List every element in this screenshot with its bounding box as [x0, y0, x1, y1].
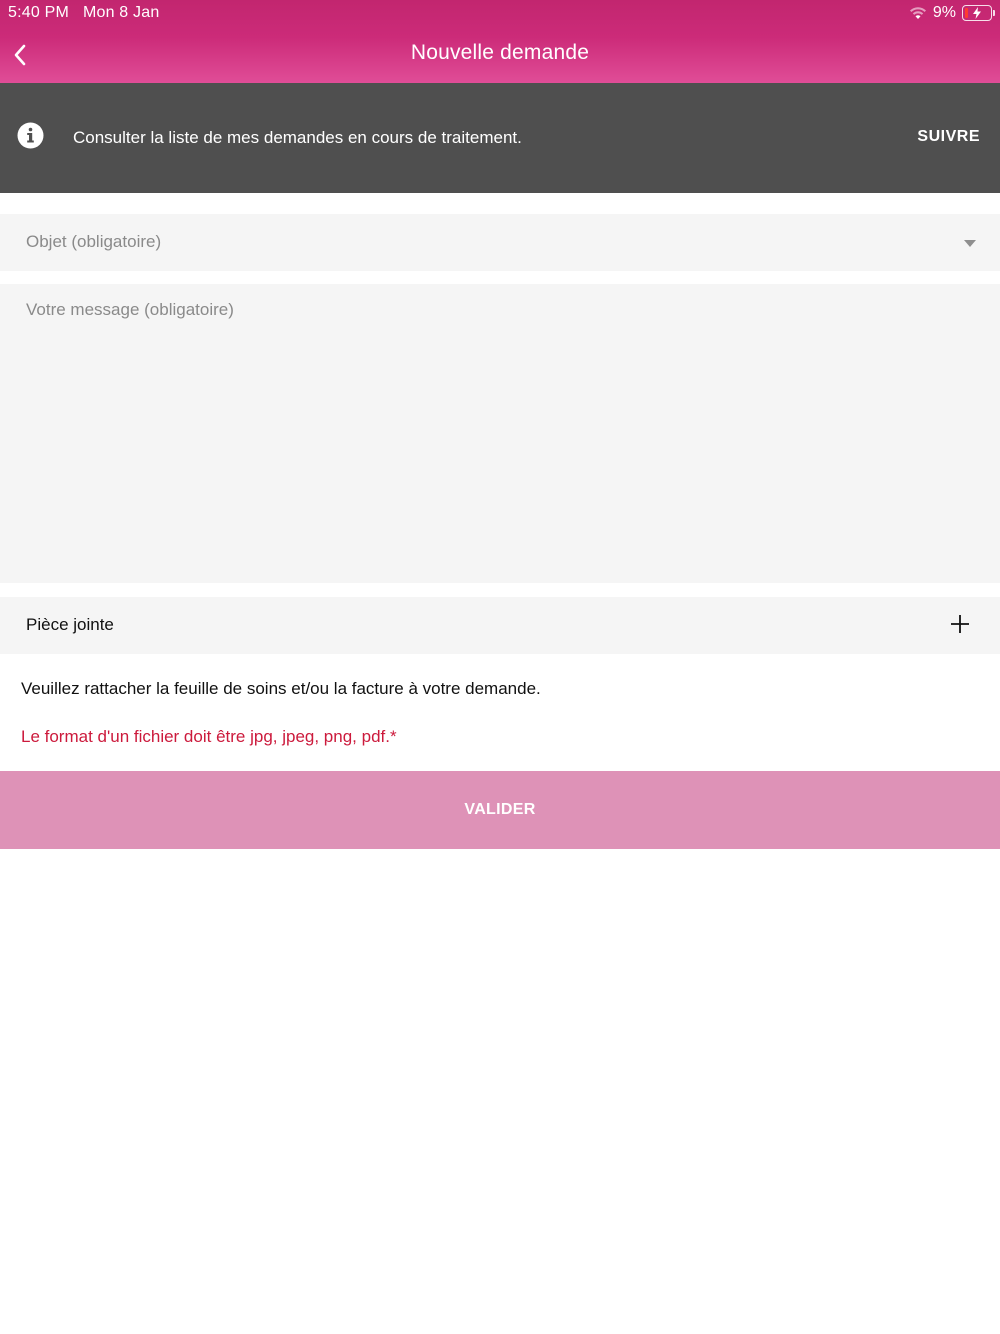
- info-banner: Consulter la liste de mes demandes en co…: [0, 83, 1000, 193]
- battery-charging-icon: [962, 5, 995, 21]
- follow-requests-button[interactable]: SUIVRE: [917, 128, 980, 146]
- message-textarea[interactable]: [0, 284, 1000, 583]
- status-time-value: 5:40 PM: [8, 4, 69, 21]
- status-bar-right: 9%: [909, 3, 995, 23]
- object-select-placeholder: Objet (obligatoire): [26, 232, 162, 251]
- plus-icon[interactable]: [950, 614, 970, 634]
- status-bar-time: 5:40 PM Mon 8 Jan: [8, 4, 159, 22]
- battery-percent: 9%: [932, 4, 956, 21]
- dropdown-arrow-icon: [964, 240, 976, 247]
- attachment-instruction: Veuillez rattacher la feuille de soins e…: [21, 679, 541, 698]
- info-banner-text: Consulter la liste de mes demandes en co…: [73, 128, 522, 147]
- submit-button[interactable]: VALIDER: [0, 771, 1000, 849]
- app-header: 5:40 PM Mon 8 Jan 9% Nouvelle demande: [0, 0, 1000, 83]
- page-title: Nouvelle demande: [410, 41, 590, 64]
- wifi-icon: [909, 7, 926, 19]
- submit-button-label: VALIDER: [464, 801, 536, 818]
- status-date-value: Mon 8 Jan: [82, 4, 160, 21]
- file-format-note: Le format d'un fichier doit être jpg, jp…: [21, 727, 397, 746]
- object-select[interactable]: Objet (obligatoire): [0, 214, 1000, 271]
- attachment-row[interactable]: Pièce jointe: [0, 597, 1000, 654]
- info-circle-icon: [17, 122, 44, 149]
- attachment-label: Pièce jointe: [26, 615, 114, 634]
